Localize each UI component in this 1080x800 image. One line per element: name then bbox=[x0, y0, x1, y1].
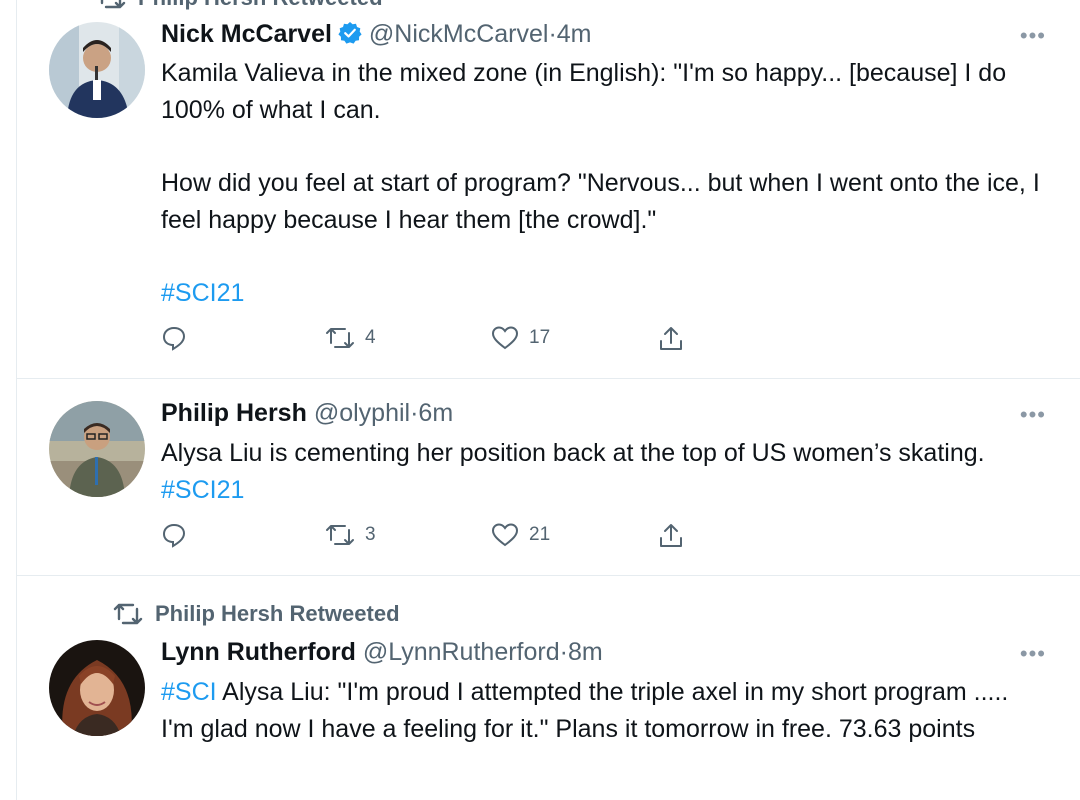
reply-button[interactable] bbox=[161, 325, 197, 351]
author-handle[interactable]: @olyphil bbox=[314, 399, 410, 427]
like-button[interactable]: 21 bbox=[491, 522, 550, 548]
avatar-nick-mccarvel[interactable] bbox=[49, 22, 145, 118]
tweet-time[interactable]: 4m bbox=[557, 20, 592, 48]
more-options-icon[interactable]: ••• bbox=[1020, 643, 1046, 665]
more-options-icon[interactable]: ••• bbox=[1020, 25, 1046, 47]
tweet-paragraph-1: Alysa Liu is cementing her position back… bbox=[161, 439, 985, 467]
tweet-time[interactable]: 6m bbox=[418, 399, 453, 427]
verified-badge-icon bbox=[338, 21, 362, 53]
avatar-lynn-rutherford[interactable] bbox=[49, 640, 145, 736]
avatar-philip-hersh[interactable] bbox=[49, 401, 145, 497]
tweet-header: Lynn Rutherford @LynnRutherford·8m bbox=[161, 636, 603, 668]
tweet-header: Philip Hersh @olyphil·6m bbox=[161, 397, 453, 429]
heart-icon bbox=[491, 523, 519, 547]
tweet-text: Kamila Valieva in the mixed zone (in Eng… bbox=[161, 55, 1040, 312]
hashtag-link[interactable]: #SCI21 bbox=[161, 279, 244, 307]
like-count: 17 bbox=[529, 327, 551, 348]
tweet-paragraph-1: Kamila Valieva in the mixed zone (in Eng… bbox=[161, 59, 1007, 124]
retweet-icon bbox=[326, 525, 354, 545]
retweeted-by-text: Philip Hersh Retweeted bbox=[155, 601, 400, 626]
retweet-button[interactable]: 3 bbox=[325, 522, 376, 548]
retweet-button[interactable]: 4 bbox=[325, 325, 376, 351]
tweet-actions: 3 21 bbox=[161, 522, 701, 552]
author-handle[interactable]: @LynnRutherford bbox=[363, 638, 560, 666]
author-name[interactable]: Nick McCarvel bbox=[161, 20, 332, 48]
retweet-icon bbox=[326, 328, 354, 348]
tweet-actions: 4 17 bbox=[161, 325, 701, 355]
share-icon bbox=[660, 327, 682, 350]
tweet-header: Nick McCarvel @NickMcCarvel·4m bbox=[161, 18, 592, 53]
share-button[interactable] bbox=[657, 325, 685, 353]
separator-dot: · bbox=[559, 638, 568, 666]
retweet-count: 4 bbox=[365, 327, 376, 348]
hashtag-link[interactable]: #SCI21 bbox=[161, 476, 244, 504]
like-count: 21 bbox=[529, 524, 551, 545]
share-button[interactable] bbox=[657, 522, 685, 550]
hashtag-link[interactable]: #SCI bbox=[161, 678, 217, 706]
share-icon bbox=[660, 524, 682, 547]
heart-icon bbox=[491, 326, 519, 350]
author-name[interactable]: Lynn Rutherford bbox=[161, 638, 356, 666]
tweet-text: Alysa Liu is cementing her position back… bbox=[161, 435, 1040, 509]
tweet-philip-hersh[interactable]: Philip Hersh @olyphil·6m ••• Alysa Liu i… bbox=[17, 379, 1080, 575]
reply-icon bbox=[162, 523, 186, 548]
tweet-time[interactable]: 8m bbox=[568, 638, 603, 666]
reply-icon bbox=[162, 326, 186, 351]
separator-dot: · bbox=[548, 20, 557, 48]
author-handle[interactable]: @NickMcCarvel bbox=[369, 20, 549, 48]
author-name[interactable]: Philip Hersh bbox=[161, 399, 307, 427]
retweet-icon bbox=[113, 603, 143, 625]
more-options-icon[interactable]: ••• bbox=[1020, 404, 1046, 426]
retweeted-by-label[interactable]: Philip Hersh Retweeted bbox=[113, 600, 400, 628]
tweet-text: #SCI Alysa Liu: "I'm proud I attempted t… bbox=[161, 674, 1040, 748]
tweet-paragraph-1: Alysa Liu: "I'm proud I attempted the tr… bbox=[161, 678, 1009, 743]
tweet-nick-mccarvel[interactable]: Nick McCarvel @NickMcCarvel·4m ••• Kamil… bbox=[17, 0, 1080, 378]
tweet-lynn-rutherford[interactable]: Philip Hersh Retweeted Lynn Rutherford @… bbox=[17, 576, 1080, 800]
reply-button[interactable] bbox=[161, 522, 197, 548]
tweet-paragraph-2: How did you feel at start of program? "N… bbox=[161, 169, 1040, 234]
like-button[interactable]: 17 bbox=[491, 325, 550, 351]
retweet-count: 3 bbox=[365, 524, 376, 545]
